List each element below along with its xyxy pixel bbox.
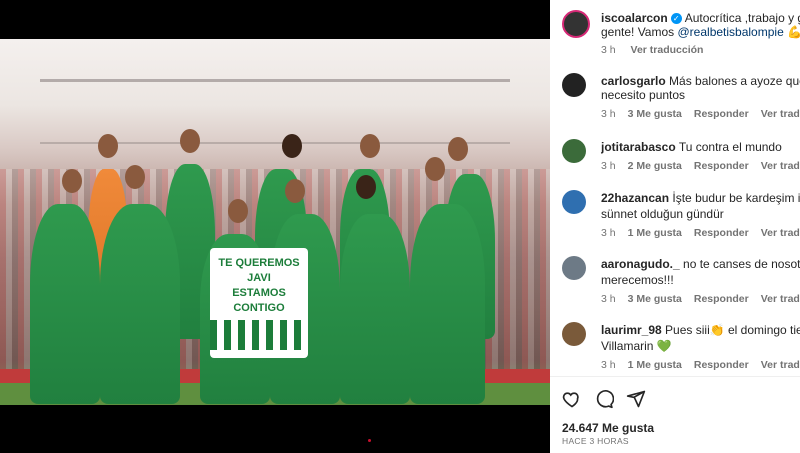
likes-count[interactable]: 24.647 Me gusta [562,421,654,435]
see-translation-button[interactable]: Ver traducción [761,359,800,371]
player [340,214,410,404]
comment-username[interactable]: laurimr_98 [601,323,662,337]
player-head [360,134,380,158]
commenter-avatar[interactable] [562,73,586,97]
reply-button[interactable]: Responder [694,160,749,172]
comment-username[interactable]: carlosgarlo [601,74,666,88]
comment-text-line2: merecemos!!! [601,273,674,287]
see-translation-button[interactable]: Ver traducción [631,44,704,56]
player-head [98,134,118,158]
player [410,204,485,404]
banner-line: JAVI [247,272,271,284]
comment-likes[interactable]: 3 Me gusta [628,108,682,120]
commenter-avatar[interactable] [562,139,586,163]
post-age: HACE 3 HORAS [562,436,629,446]
see-translation-button[interactable]: Ver traducción [761,227,800,239]
tribute-banner: TE QUEREMOS JAVI ESTAMOS CONTIGO [210,248,308,358]
comment-text: İşte budur be kardeşim işte b [672,191,800,205]
comment-time: 3 h [601,293,616,305]
comment-time: 3 h [601,160,616,172]
caption-time: 3 h [601,44,616,56]
comment-time: 3 h [601,359,616,371]
player-head [448,137,468,161]
reply-button[interactable]: Responder [694,359,749,371]
player-head [425,157,445,181]
reply-button[interactable]: Responder [694,227,749,239]
comment-time: 3 h [601,227,616,239]
player-head [282,134,302,158]
comment-text: no te canses de nosotros [683,257,800,271]
comment-text-line2: sünnet olduğun gündür [601,207,724,221]
player-head [285,179,305,203]
caption-emojis: 💪💚 [787,25,800,39]
comment-text-line2: Villamarin 💚 [601,339,672,353]
commenter-avatar[interactable] [562,322,586,346]
share-icon[interactable] [626,389,646,414]
author-avatar[interactable] [562,10,590,38]
comment-username[interactable]: jotitarabasco [601,140,676,154]
banner-line: ESTAMOS [232,287,286,299]
player-head [125,165,145,189]
comment-likes[interactable]: 2 Me gusta [628,160,682,172]
comment-text: Pues siii👏 el domingo tiene [665,323,800,337]
comment-icon[interactable] [594,389,615,414]
see-translation-button[interactable]: Ver traducción [761,293,800,305]
player [100,204,180,404]
comment-likes[interactable]: 1 Me gusta [628,359,682,371]
comment-text-line2: necesito puntos [601,88,686,102]
player-head [356,175,376,199]
caption-text-line2: gente! Vamos [601,25,675,39]
mention-link[interactable]: @realbetisbalompie [678,25,784,39]
commenter-avatar[interactable] [562,190,586,214]
comment-username[interactable]: 22hazancan [601,191,669,205]
comment-username[interactable]: aaronagudo._ [601,257,680,271]
reply-button[interactable]: Responder [694,293,749,305]
commenter-avatar[interactable] [562,256,586,280]
comment-time: 3 h [601,108,616,120]
post-media: TE QUEREMOS JAVI ESTAMOS CONTIGO [0,0,550,453]
comment-text: Más balones a ayoze que lo t [669,74,800,88]
player-head [180,129,200,153]
comment-text: Tu contra el mundo [678,140,782,154]
author-username[interactable]: iscoalarcon [601,11,668,25]
heart-icon[interactable] [562,389,582,414]
player [30,204,100,404]
carousel-indicator [368,439,371,442]
reply-button[interactable]: Responder [694,108,749,120]
team-photo: TE QUEREMOS JAVI ESTAMOS CONTIGO [0,39,550,405]
player-head [228,199,248,223]
banner-line: CONTIGO [233,302,285,314]
divider [550,376,800,377]
verified-icon: ✓ [670,13,682,24]
player-head [62,169,82,193]
banner-line: TE QUEREMOS [218,257,300,269]
comment-likes[interactable]: 1 Me gusta [628,227,682,239]
banner-stripes [210,320,308,350]
see-translation-button[interactable]: Ver traducción [761,160,800,172]
caption-text: Autocrítica ,trabajo y gana [684,11,800,25]
post-side-panel: iscoalarcon✓Autocrítica ,trabajo y gana … [550,0,800,453]
see-translation-button[interactable]: Ver traducción [761,108,800,120]
comment-likes[interactable]: 3 Me gusta [628,293,682,305]
